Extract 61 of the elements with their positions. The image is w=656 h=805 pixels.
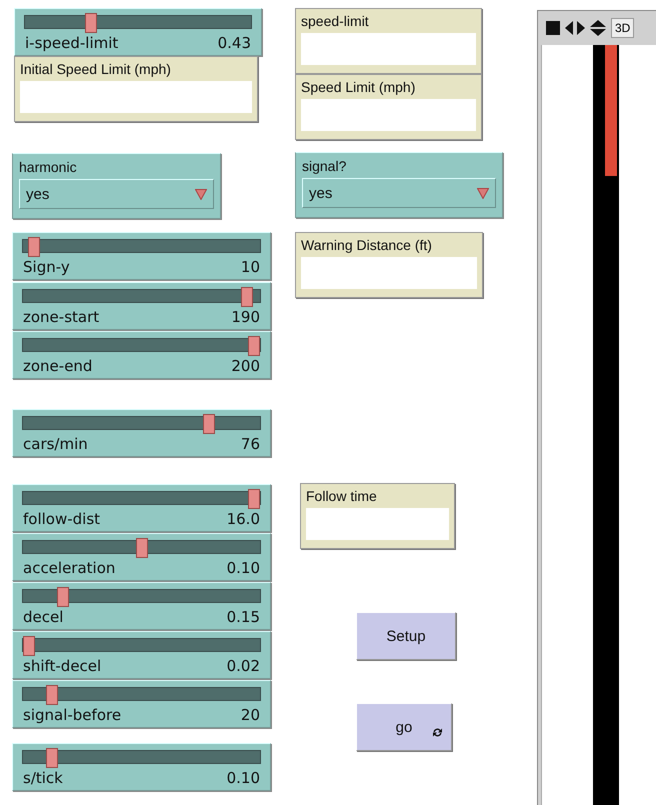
slider-label: i-speed-limit	[25, 34, 118, 52]
slider[interactable]: s/tick 0.10	[12, 743, 271, 791]
slider[interactable]: follow-dist 16.0	[12, 484, 271, 532]
slider-thumb[interactable]	[46, 748, 58, 768]
command-button[interactable]: go	[356, 703, 452, 751]
slider-thumb[interactable]	[23, 636, 35, 656]
chooser-label: harmonic	[19, 158, 78, 177]
chooser-label: signal?	[302, 157, 348, 176]
horizontal-arrows-icon[interactable]	[565, 21, 585, 35]
dropdown-triangle-icon	[195, 188, 207, 200]
slider-value: 0.43	[218, 34, 251, 52]
slider-label: zone-end	[23, 357, 92, 375]
slider-value: 190	[231, 308, 260, 326]
slider[interactable]: cars/min 76	[12, 409, 271, 457]
slider-label: follow-dist	[23, 510, 100, 528]
slider-value: 0.10	[226, 559, 260, 577]
slider-thumb[interactable]	[56, 587, 69, 607]
slider[interactable]: signal-before 20	[12, 680, 271, 728]
slider-thumb[interactable]	[28, 237, 40, 257]
slider-thumb[interactable]	[241, 287, 254, 307]
slider-value: 200	[231, 357, 260, 375]
slider[interactable]: acceleration 0.10	[12, 533, 271, 581]
chooser-dropdown[interactable]: yes	[302, 178, 496, 208]
slider-label: cars/min	[23, 435, 88, 453]
slider-label: acceleration	[23, 559, 116, 577]
monitor-label: Speed Limit (mph)	[301, 78, 416, 97]
monitor-label: Initial Speed Limit (mph)	[20, 60, 172, 79]
slider-value: 20	[240, 706, 260, 724]
monitor-label: Follow time	[306, 487, 378, 506]
slider-thumb[interactable]	[136, 538, 148, 558]
slider-label: zone-start	[23, 308, 100, 326]
slider[interactable]: i-speed-limit 0.43	[14, 8, 262, 56]
slider[interactable]: decel 0.15	[12, 582, 271, 630]
slider-thumb[interactable]	[248, 489, 260, 509]
monitor-label: speed-limit	[301, 12, 370, 31]
slider-label: Sign-y	[23, 258, 70, 276]
forever-icon	[432, 727, 443, 738]
slider-thumb[interactable]	[248, 336, 260, 356]
slider-label: shift-decel	[23, 657, 102, 675]
slider-value: 0.02	[226, 657, 260, 675]
3d-button[interactable]: 3D	[611, 18, 634, 38]
slider-thumb[interactable]	[203, 414, 215, 434]
slider-label: s/tick	[23, 769, 63, 787]
slider[interactable]: zone-start 190	[12, 282, 271, 330]
slider[interactable]: Sign-y 10	[12, 232, 271, 280]
slider[interactable]: zone-end 200	[12, 331, 271, 379]
slider-value: 10	[240, 258, 260, 276]
slider-value: 0.10	[226, 769, 260, 787]
slider-value: 16.0	[226, 510, 260, 528]
slider-value: 0.15	[226, 608, 260, 626]
slider-label: decel	[23, 608, 64, 626]
chooser-dropdown[interactable]: yes	[19, 179, 214, 209]
command-button[interactable]: Setup	[356, 612, 456, 660]
vertical-arrows-icon[interactable]	[590, 20, 606, 36]
slider-label: signal-before	[23, 706, 122, 724]
slider-thumb[interactable]	[84, 13, 97, 33]
dropdown-triangle-icon	[477, 188, 489, 198]
slider-thumb[interactable]	[46, 685, 58, 705]
slider[interactable]: shift-decel 0.02	[12, 631, 271, 679]
slider-value: 76	[240, 435, 260, 453]
monitor-label: Warning Distance (ft)	[301, 236, 433, 255]
